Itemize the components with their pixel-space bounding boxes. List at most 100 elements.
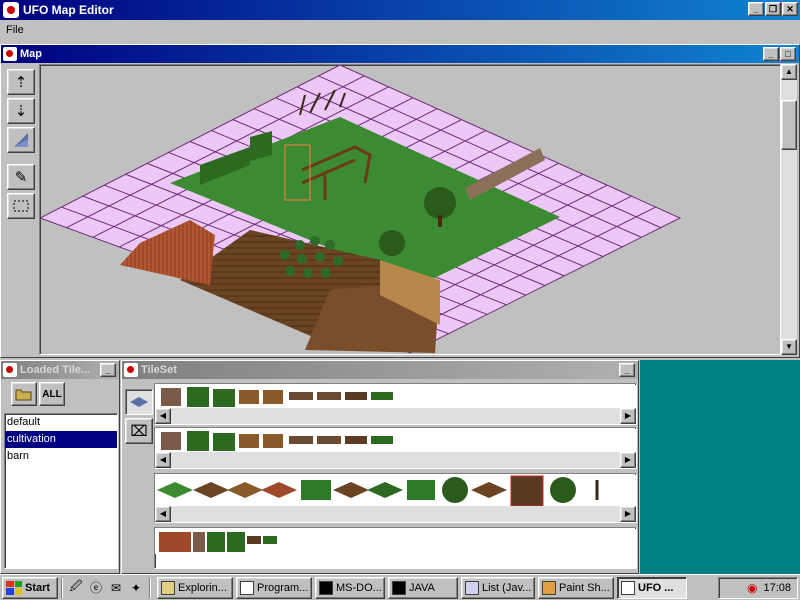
- map-minimize-button[interactable]: _: [763, 47, 779, 61]
- system-tray: ◉ 17:08: [718, 577, 798, 599]
- task-label: Explorin...: [178, 581, 227, 594]
- task-label: UFO ...: [638, 581, 674, 594]
- tileset-list[interactable]: default cultivation barn: [4, 413, 118, 569]
- list-icon: [465, 580, 479, 595]
- list-item[interactable]: cultivation: [5, 431, 117, 448]
- frame-icon: [124, 363, 138, 377]
- horizontal-scrollbar[interactable]: ◀ ▶: [155, 452, 636, 468]
- map-frame-title: Map: [20, 48, 42, 60]
- scroll-up-button[interactable]: ▲: [781, 64, 797, 80]
- lower-level-button[interactable]: ⇣: [7, 98, 35, 124]
- brush-tool-button[interactable]: ✎: [7, 164, 35, 190]
- map-frame-titlebar[interactable]: Map _ □: [1, 45, 799, 63]
- desktop-background: [640, 360, 800, 574]
- select-rect-button[interactable]: [7, 193, 35, 219]
- quicklaunch-channel-icon[interactable]: ✦: [126, 578, 146, 598]
- taskbar-separator: [61, 577, 63, 598]
- tray-app-icon[interactable]: ◉: [747, 581, 757, 595]
- loaded-frame-titlebar[interactable]: Loaded Tile... _: [1, 361, 119, 379]
- wall-view-button[interactable]: ⌧: [125, 418, 153, 444]
- map-canvas[interactable]: [39, 64, 781, 355]
- close-button[interactable]: ✕: [782, 2, 798, 16]
- task-list[interactable]: List (Jav...: [461, 576, 535, 599]
- horizontal-scrollbar[interactable]: ◀ ▶: [155, 506, 636, 522]
- window-title: UFO Map Editor: [23, 3, 114, 17]
- horizontal-scrollbar[interactable]: ◀ ▶: [155, 408, 636, 424]
- loaded-toolbar: ALL: [1, 379, 119, 407]
- task-explorer[interactable]: Explorin...: [157, 576, 233, 599]
- task-paintshop[interactable]: Paint Sh...: [538, 576, 614, 599]
- frame-icon: [3, 47, 17, 61]
- quicklaunch-outlook-icon[interactable]: ✉: [106, 578, 126, 598]
- quicklaunch-desktop-icon[interactable]: 🖉: [66, 578, 86, 598]
- raise-level-button[interactable]: ⇡: [7, 69, 35, 95]
- clock[interactable]: 17:08: [763, 582, 791, 594]
- raise-level-icon: ⇡: [14, 74, 28, 91]
- list-item[interactable]: barn: [5, 448, 117, 465]
- open-tileset-button[interactable]: [11, 382, 37, 406]
- taskbar: Start 🖉 ⓔ ✉ ✦ Explorin... Program... MS-…: [0, 574, 800, 600]
- task-program[interactable]: Program...: [236, 576, 312, 599]
- load-all-icon: ALL: [42, 388, 62, 400]
- tileset-frame-titlebar[interactable]: TileSet _: [122, 361, 638, 379]
- ufo-icon: [621, 580, 635, 595]
- task-label: Program...: [257, 581, 309, 594]
- tile-row[interactable]: [155, 428, 635, 454]
- scroll-right-button[interactable]: ▶: [620, 408, 636, 424]
- window-titlebar[interactable]: UFO Map Editor _ ❐ ✕: [0, 0, 800, 20]
- view-level-icon: [14, 133, 28, 147]
- tree: [379, 230, 405, 256]
- frame-icon: [3, 363, 17, 377]
- scroll-left-button[interactable]: ◀: [155, 506, 171, 522]
- floor-view-button[interactable]: [125, 389, 153, 415]
- loaded-frame-title: Loaded Tile...: [20, 364, 91, 376]
- tileset-view-toolbar: ⌧: [125, 389, 153, 447]
- windows-logo-icon: [6, 580, 22, 595]
- task-java[interactable]: JAVA: [388, 576, 458, 599]
- app-icon: [3, 2, 19, 18]
- paintshop-icon: [542, 580, 556, 595]
- scroll-right-button[interactable]: ▶: [620, 452, 636, 468]
- minimize-button[interactable]: _: [748, 2, 764, 16]
- start-label: Start: [25, 581, 51, 594]
- map-toolbar: ⇡ ⇣ ✎: [7, 69, 37, 222]
- task-label: JAVA: [409, 581, 435, 594]
- scroll-left-button[interactable]: ◀: [155, 408, 171, 424]
- floor-view-icon: [130, 397, 148, 407]
- open-folder-icon: [15, 389, 32, 401]
- task-label: Paint Sh...: [559, 581, 610, 594]
- map-frame: Map _ □ ⇡ ⇣ ✎ ▲ ▼: [0, 44, 800, 358]
- task-ufo[interactable]: UFO ...: [617, 576, 687, 599]
- tile-strip: [154, 527, 637, 569]
- maximize-button[interactable]: ❐: [765, 2, 781, 16]
- tile-row[interactable]: [155, 528, 635, 554]
- list-item[interactable]: default: [5, 414, 117, 431]
- view-level-button[interactable]: [7, 127, 35, 153]
- task-label: List (Jav...: [482, 581, 532, 594]
- scroll-down-button[interactable]: ▼: [781, 339, 797, 355]
- map-maximize-button[interactable]: □: [780, 47, 796, 61]
- load-all-button[interactable]: ALL: [39, 382, 65, 406]
- scroll-right-button[interactable]: ▶: [620, 506, 636, 522]
- taskbar-separator: [149, 577, 151, 598]
- menu-file[interactable]: File: [6, 24, 24, 36]
- task-msdos[interactable]: MS-DO...: [315, 576, 385, 599]
- tileset-minimize-button[interactable]: _: [619, 363, 635, 377]
- start-button[interactable]: Start: [2, 576, 58, 599]
- scroll-thumb[interactable]: [781, 100, 797, 150]
- quicklaunch-ie-icon[interactable]: ⓔ: [86, 578, 106, 598]
- wall-view-icon: ⌧: [130, 423, 148, 440]
- loaded-tiles-frame: Loaded Tile... _ ALL default cultivation…: [0, 360, 120, 574]
- map-vertical-scrollbar[interactable]: ▲ ▼: [781, 64, 797, 355]
- java-icon: [392, 580, 406, 595]
- tile-strip: ◀ ▶: [154, 473, 637, 523]
- brush-icon: ✎: [14, 169, 28, 186]
- tile-strip: ◀ ▶: [154, 427, 637, 469]
- tile-row[interactable]: [155, 474, 635, 508]
- scroll-left-button[interactable]: ◀: [155, 452, 171, 468]
- loaded-minimize-button[interactable]: _: [100, 363, 116, 377]
- menu-bar: File: [0, 20, 800, 39]
- tile-strip: ◀ ▶: [154, 383, 637, 425]
- program-icon: [240, 580, 254, 595]
- tile-row[interactable]: [155, 384, 635, 410]
